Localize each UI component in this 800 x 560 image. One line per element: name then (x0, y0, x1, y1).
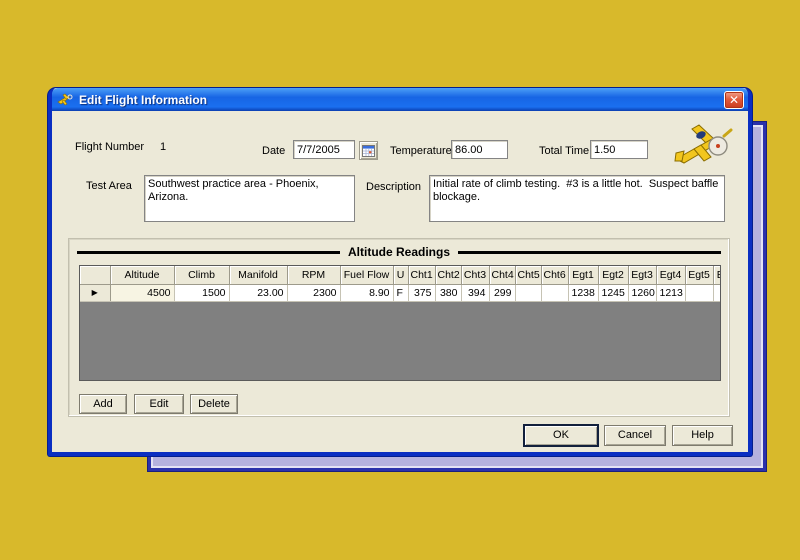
temperature-input[interactable] (451, 140, 508, 159)
close-button[interactable]: ✕ (724, 91, 744, 109)
grid-column-header: Egt2 (598, 266, 628, 284)
grid-cell[interactable]: 1245 (598, 284, 628, 301)
temperature-label: Temperature (390, 145, 452, 157)
grid-column-header: Cht2 (435, 266, 461, 284)
grid-cell[interactable] (515, 284, 541, 301)
grid-data-row[interactable]: ▶4500150023.0023008.90F37538039429912381… (80, 284, 721, 301)
grid-cell[interactable] (685, 284, 713, 301)
airplane-logo-image (668, 119, 738, 174)
edit-flight-information-dialog: Edit Flight Information ✕ Flight Number … (48, 88, 752, 456)
grid-column-header: Manifold (229, 266, 287, 284)
grid-header-row: AltitudeClimbManifoldRPMFuel FlowUCht1Ch… (80, 266, 721, 284)
grid-column-header: Egt5 (685, 266, 713, 284)
flight-number-value: 1 (160, 141, 166, 153)
grid-selector-header (80, 266, 110, 284)
total-time-label: Total Time (539, 145, 589, 157)
grid-cell[interactable] (541, 284, 568, 301)
airplane-title-icon (57, 93, 74, 107)
grid-cell[interactable]: 8.90 (340, 284, 393, 301)
calendar-icon (362, 145, 375, 157)
altitude-grid-table: AltitudeClimbManifoldRPMFuel FlowUCht1Ch… (80, 266, 721, 302)
grid-cell[interactable]: 4500 (110, 284, 174, 301)
title-bar[interactable]: Edit Flight Information ✕ (52, 88, 748, 111)
grid-cell[interactable]: 1260 (628, 284, 656, 301)
row-selector-cell[interactable]: ▶ (80, 284, 110, 301)
grid-column-header: Cht1 (408, 266, 435, 284)
description-input[interactable]: Initial rate of climb testing. #3 is a l… (429, 175, 725, 222)
grid-column-header: RPM (287, 266, 340, 284)
header-rule-left (77, 251, 340, 254)
grid-column-header: Climb (174, 266, 229, 284)
grid-cell[interactable]: 1213 (656, 284, 685, 301)
grid-cell[interactable]: 1238 (568, 284, 598, 301)
description-label: Description (366, 181, 421, 193)
grid-cell[interactable]: 380 (435, 284, 461, 301)
grid-column-header: Egt3 (628, 266, 656, 284)
test-area-label: Test Area (86, 180, 132, 192)
dialog-client-area: Flight Number 1 Date Temperature Total T… (52, 111, 748, 448)
help-button[interactable]: Help (672, 425, 733, 446)
flight-number-label: Flight Number (75, 141, 144, 153)
grid-column-header: Egt4 (656, 266, 685, 284)
grid-cell[interactable] (713, 284, 721, 301)
grid-column-header: U (393, 266, 408, 284)
altitude-readings-header: Altitude Readings (77, 245, 721, 259)
calendar-picker-button[interactable] (359, 141, 378, 160)
grid-cell[interactable]: 1500 (174, 284, 229, 301)
grid-cell[interactable]: 375 (408, 284, 435, 301)
cancel-button[interactable]: Cancel (604, 425, 666, 446)
grid-column-header: Cht6 (541, 266, 568, 284)
date-input[interactable] (293, 140, 355, 159)
grid-column-header: Cht5 (515, 266, 541, 284)
dialog-title: Edit Flight Information (79, 93, 724, 107)
altitude-readings-group: Altitude Readings AltitudeClimbManifoldR… (68, 238, 730, 417)
grid-cell[interactable]: 2300 (287, 284, 340, 301)
edit-button[interactable]: Edit (134, 394, 184, 414)
grid-cell[interactable]: 23.00 (229, 284, 287, 301)
grid-column-header: Cht4 (489, 266, 515, 284)
grid-column-header: Altitude (110, 266, 174, 284)
total-time-input[interactable] (590, 140, 648, 159)
date-label: Date (262, 145, 285, 157)
grid-cell[interactable]: 394 (461, 284, 489, 301)
header-rule-right (458, 251, 721, 254)
ok-button[interactable]: OK (524, 425, 598, 446)
grid-cell[interactable]: 299 (489, 284, 515, 301)
grid-column-header: Egt1 (568, 266, 598, 284)
altitude-readings-title: Altitude Readings (340, 245, 458, 259)
grid-column-header: Fuel Flow (340, 266, 393, 284)
altitude-grid[interactable]: AltitudeClimbManifoldRPMFuel FlowUCht1Ch… (79, 265, 721, 381)
grid-column-header: Egt6 (713, 266, 721, 284)
add-button[interactable]: Add (79, 394, 127, 414)
grid-column-header: Cht3 (461, 266, 489, 284)
test-area-input[interactable]: Southwest practice area - Phoenix, Arizo… (144, 175, 355, 222)
delete-button[interactable]: Delete (190, 394, 238, 414)
grid-cell[interactable]: F (393, 284, 408, 301)
